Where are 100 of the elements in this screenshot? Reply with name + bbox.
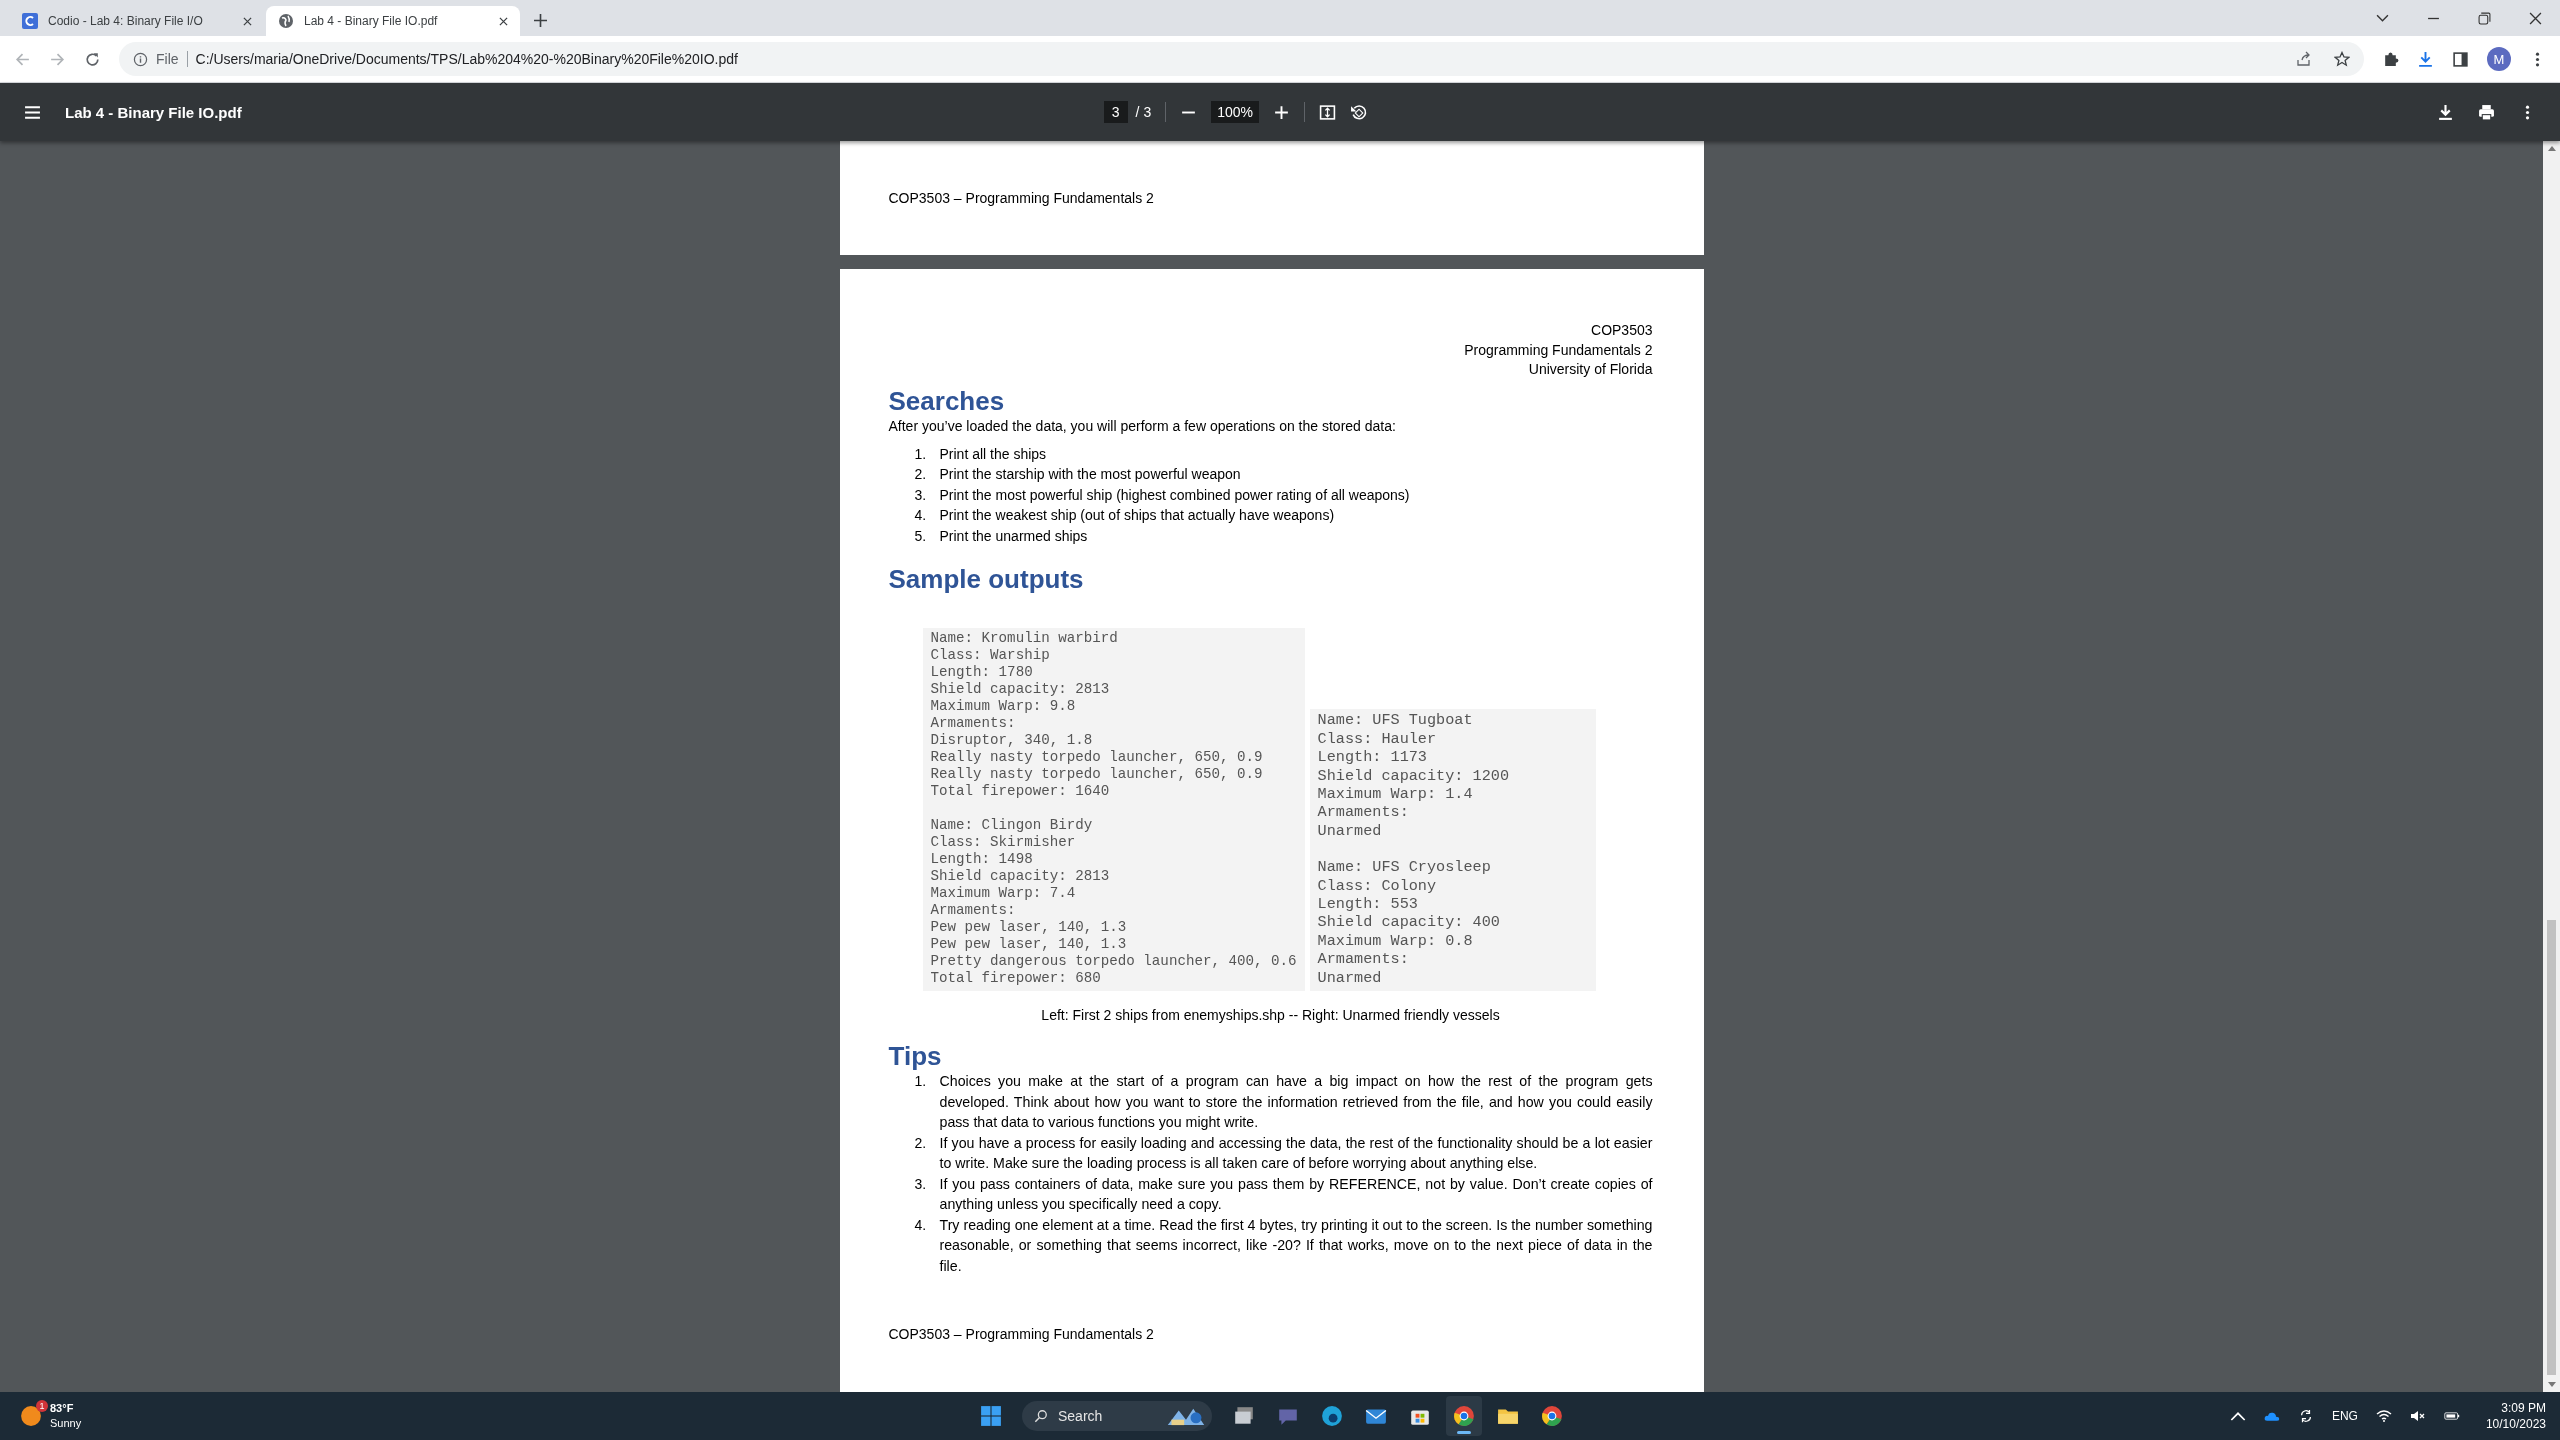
- code-line: Total firepower: 680: [930, 970, 1101, 987]
- side-panel-icon[interactable]: [2452, 50, 2469, 68]
- code-line: Really nasty torpedo launcher, 650, 0.9: [930, 749, 1263, 766]
- code-line: Length: 1780: [930, 664, 1033, 681]
- code-line: Name: Clingon Birdy: [930, 817, 1093, 834]
- intro-text: After you’ve loaded the data, you will perform a few operations on the stored data:: [888, 417, 1397, 434]
- search-icon: [1034, 1409, 1048, 1423]
- code-line: Pew pew laser, 140, 1.3: [930, 919, 1127, 936]
- list-item: Print the unarmed ships: [939, 526, 1088, 546]
- taskbar-app[interactable]: [1446, 1396, 1482, 1436]
- list-number: 5.: [914, 526, 928, 546]
- page-number-field[interactable]: 3: [1103, 101, 1128, 123]
- restore-icon[interactable]: [2478, 12, 2491, 25]
- list-item: Choices you make at the start of a program can have a big impact on how the rest of the program gets developed. Think about how you want to store the information retrieved from the file, and how you could easily pass that data to various functions you might write.: [939, 1072, 1653, 1132]
- code-line: Maximum Warp: 0.8: [1317, 931, 1473, 951]
- list-item: Print the most powerful ship (highest combined power rating of all weapons): [939, 485, 1410, 505]
- battery-icon[interactable]: [2443, 1409, 2460, 1423]
- clock-time[interactable]: 3:09 PM: [2501, 1400, 2546, 1416]
- header-line: University of Florida: [1528, 360, 1653, 379]
- list-item: If you pass containers of data, make sure you pass them by REFERENCE, not by value. Don’t create copies of anything unless you specifically need a copy.: [939, 1174, 1653, 1214]
- profile-avatar[interactable]: M: [2487, 47, 2511, 71]
- code-line: Class: Colony: [1317, 876, 1437, 895]
- close-icon[interactable]: [499, 16, 508, 26]
- code-line: Class: Skirmisher: [930, 834, 1076, 851]
- code-line: Name: UFS Cryosleep: [1317, 858, 1491, 877]
- page-footer: COP3503 – Programming Fundamentals 2: [888, 1326, 1154, 1342]
- browser-tab[interactable]: Lab 4 - Binary File IO.pdf: [266, 6, 520, 36]
- menu-icon[interactable]: [24, 103, 41, 121]
- language-indicator[interactable]: ENG: [2331, 1409, 2358, 1423]
- globe-icon: [278, 13, 294, 29]
- zoom-in-icon[interactable]: [1273, 103, 1290, 121]
- fit-page-icon[interactable]: [1319, 103, 1336, 121]
- page-footer: COP3503 – Programming Fundamentals 2: [888, 190, 1154, 206]
- scrollbar[interactable]: [2543, 141, 2560, 1392]
- clock-date[interactable]: 10/10/2023: [2485, 1416, 2546, 1432]
- code-line: Disruptor, 340, 1.8: [930, 732, 1093, 749]
- star-icon[interactable]: [2334, 51, 2350, 67]
- window-stack-icon: [1233, 1405, 1255, 1427]
- chrome-icon: [1453, 1405, 1475, 1427]
- temperature: 83°F: [50, 1401, 75, 1416]
- zoom-field[interactable]: 100%: [1211, 101, 1259, 123]
- code-line: Maximum Warp: 1.4: [1317, 784, 1473, 804]
- windows-icon[interactable]: [980, 1405, 1002, 1427]
- code-line: Unarmed: [1317, 968, 1382, 987]
- code-line: Shield capacity: 2813: [930, 681, 1110, 698]
- code-line: Length: 1173: [1317, 748, 1427, 767]
- code-line: Shield capacity: 2813: [930, 868, 1110, 885]
- scroll-thumb[interactable]: [2547, 920, 2556, 1375]
- list-number: 4.: [914, 506, 928, 525]
- puzzle-icon[interactable]: [2382, 50, 2399, 68]
- list-number: 3.: [914, 485, 928, 505]
- address-bar[interactable]: File C:/Users/maria/OneDrive/Documents/TPS/Lab%204%20-%20Binary%20File%20IO.pdf: [119, 42, 2364, 76]
- wifi-icon[interactable]: [2375, 1409, 2392, 1423]
- section-heading: Tips: [888, 1041, 942, 1071]
- header-line: Programming Fundamentals 2: [1464, 340, 1653, 360]
- list-item: Print all the ships: [939, 444, 1047, 464]
- url-text: C:/Users/maria/OneDrive/Documents/TPS/Lab%204%20-%20Binary%20File%20IO.pdf: [195, 51, 738, 67]
- code-line: Class: Hauler: [1317, 729, 1437, 749]
- share-icon[interactable]: [2296, 51, 2312, 67]
- notification-badge: 1: [36, 1400, 48, 1412]
- list-item: If you have a process for easily loading and accessing the data, the rest of the functionality should be a lot easier to write. Make sure the loading process is all taken care of before worrying about anything else.: [939, 1133, 1653, 1173]
- code-line: Really nasty torpedo launcher, 650, 0.9: [930, 766, 1263, 783]
- close-icon[interactable]: [243, 16, 252, 26]
- browser-tab[interactable]: Codio - Lab 4: Binary File I/O: [10, 6, 264, 36]
- file-label: File: [156, 51, 188, 67]
- list-number: 1.: [914, 444, 928, 464]
- close-icon[interactable]: [2529, 12, 2542, 25]
- rotate-icon[interactable]: [1350, 103, 1367, 121]
- sun-icon: [20, 1405, 42, 1427]
- page-total: / 3: [1135, 104, 1152, 120]
- new-tab-icon[interactable]: [534, 14, 547, 27]
- code-line: Armaments:: [930, 715, 1016, 732]
- chrome-icon: [1541, 1405, 1563, 1427]
- list-number: 2.: [914, 1133, 928, 1153]
- scroll-up-icon[interactable]: [2547, 146, 2556, 151]
- code-line: Length: 1498: [930, 851, 1033, 868]
- info-icon: [133, 51, 148, 67]
- code-line: Armaments:: [930, 902, 1016, 919]
- list-number: 4.: [914, 1215, 928, 1235]
- section-heading: Searches: [888, 385, 1005, 416]
- header-line: COP3503: [1591, 321, 1653, 340]
- code-line: Shield capacity: 1200: [1317, 766, 1509, 785]
- muted-speaker-icon[interactable]: [2409, 1409, 2426, 1423]
- download-icon[interactable]: [2437, 103, 2454, 121]
- code-line: Armaments:: [1317, 950, 1409, 969]
- list-item: Try reading one element at a time. Read the first 4 bytes, try printing it out to the screen. Is the number something reasonable, or something that seems incorrect, like -20? If that works, move on to the next piece of data in the file.: [939, 1215, 1653, 1276]
- code-line: Pretty dangerous torpedo launcher, 400, 0.6: [930, 953, 1297, 970]
- chevron-down-icon[interactable]: [2376, 12, 2389, 25]
- document-title: Lab 4 - Binary File IO.pdf: [65, 103, 243, 121]
- scroll-down-icon[interactable]: [2547, 1382, 2556, 1387]
- figure-caption: Left: First 2 ships from enemyships.shp -- Right: Unarmed friendly vessels: [1040, 1007, 1501, 1023]
- print-icon[interactable]: [2478, 103, 2495, 121]
- code-line: Name: Kromulin warbird: [930, 630, 1118, 647]
- code-line: Maximum Warp: 7.4: [930, 885, 1076, 902]
- code-line: Shield capacity: 400: [1317, 913, 1500, 932]
- code-line: Total firepower: 1640: [930, 783, 1110, 800]
- reload-icon[interactable]: [84, 50, 101, 68]
- taskbar-search[interactable]: Search: [1022, 1401, 1212, 1431]
- list-item: Print the weakest ship (out of ships that actually have weapons): [939, 506, 1335, 525]
- code-line: Unarmed: [1317, 821, 1382, 841]
